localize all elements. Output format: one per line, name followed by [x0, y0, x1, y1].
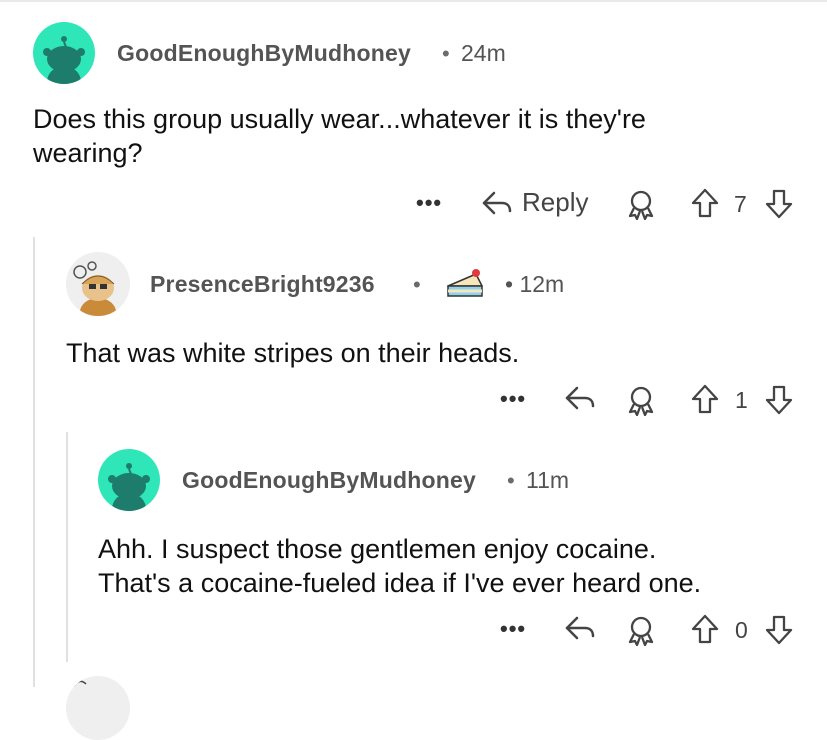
reply-label: Reply [522, 187, 589, 217]
vote-count: 7 [734, 191, 747, 217]
timestamp: 11m [526, 467, 570, 493]
cake-icon [447, 269, 483, 297]
upvote-button[interactable] [690, 187, 720, 219]
award-button[interactable] [625, 614, 657, 646]
separator-dot: • [442, 41, 450, 66]
snoo-avatar-icon [73, 261, 116, 316]
award-icon [628, 386, 654, 416]
timestamp: • 12m [505, 271, 565, 297]
snoo-avatar-icon [108, 463, 150, 511]
reply-button[interactable]: Reply [480, 187, 588, 218]
comment-body: Does this group usually wear...whatever … [33, 102, 793, 170]
comment-line: Does this group usually wear...whatever … [33, 104, 646, 134]
more-options-button[interactable]: ••• [500, 616, 526, 642]
more-options-button[interactable]: ••• [500, 386, 526, 412]
upvote-icon [691, 384, 719, 414]
upvote-button[interactable] [690, 613, 720, 645]
downvote-icon [765, 189, 793, 219]
comment-line: That was white stripes on their heads. [66, 338, 520, 368]
vote-count: 0 [735, 617, 748, 643]
upvote-icon [691, 614, 719, 644]
award-icon [628, 616, 654, 646]
downvote-icon [765, 385, 793, 415]
reply-button[interactable] [563, 613, 597, 643]
username[interactable]: GoodEnoughByMudhoney [117, 40, 411, 67]
thread-line-level-1[interactable] [33, 237, 35, 687]
reply-arrow-icon [482, 191, 512, 214]
snoo-avatar-icon [43, 36, 85, 84]
username[interactable]: PresenceBright9236 [150, 271, 375, 298]
award-icon [628, 190, 654, 220]
downvote-button[interactable] [764, 614, 794, 646]
thread-line-level-2[interactable] [66, 432, 68, 662]
user-avatar[interactable] [33, 22, 95, 84]
vote-count: 1 [735, 387, 748, 413]
user-avatar[interactable] [98, 449, 160, 511]
next-comment-avatar[interactable] [66, 676, 130, 740]
comment-body: That was white stripes on their heads. [66, 336, 806, 370]
comment-line: wearing? [33, 138, 143, 168]
award-button[interactable] [625, 188, 657, 220]
snoo-avatar-icon [73, 680, 87, 687]
award-button[interactable] [625, 384, 657, 416]
more-options-button[interactable]: ••• [416, 190, 442, 216]
upvote-icon [691, 188, 719, 218]
comment-line: That's a cocaine-fueled idea if I've eve… [98, 568, 702, 598]
comment-line: Ahh. I suspect those gentlemen enjoy coc… [98, 534, 657, 564]
user-avatar[interactable] [66, 252, 130, 316]
reply-arrow-icon [565, 616, 595, 640]
timestamp: 24m [461, 40, 506, 66]
username[interactable]: GoodEnoughByMudhoney [182, 467, 476, 494]
downvote-button[interactable] [764, 384, 794, 416]
cake-day-badge [446, 266, 484, 300]
reply-arrow-icon [565, 386, 595, 410]
separator-dot: • [413, 272, 421, 297]
comment-body: Ahh. I suspect those gentlemen enjoy coc… [98, 532, 813, 600]
upvote-button[interactable] [690, 383, 720, 415]
separator-dot: • [507, 468, 515, 493]
downvote-button[interactable] [764, 188, 794, 220]
top-divider [0, 0, 827, 2]
reply-button[interactable] [563, 383, 597, 413]
downvote-icon [765, 615, 793, 645]
